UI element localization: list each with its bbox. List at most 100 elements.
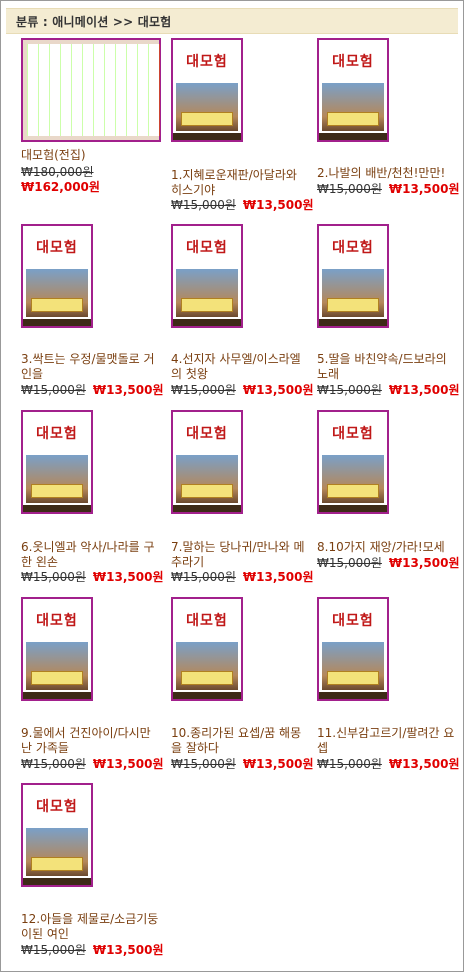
product-thumbnail[interactable]: 대모험 (317, 597, 389, 701)
original-price: ₩15,000원 (317, 383, 382, 397)
cover-caption (31, 298, 83, 312)
product-price: ₩15,000원 ₩13,500원 (171, 757, 321, 772)
product-name[interactable]: 3.싹트는 우정/물맷돌로 거인을 (21, 352, 161, 382)
product-thumbnail[interactable]: 대모험 (21, 224, 93, 328)
cover-footer (23, 319, 91, 326)
category-breadcrumb: 분류 : 애니메이션 >> 대모험 (6, 8, 458, 34)
original-price: ₩15,000원 (21, 570, 86, 584)
product-thumbnail-set[interactable] (21, 38, 161, 142)
sale-price: ₩13,500원 (388, 383, 460, 397)
product-thumbnail[interactable]: 대모험 (171, 410, 243, 514)
product-thumbnail[interactable]: 대모험 (21, 410, 93, 514)
sale-price: ₩13,500원 (92, 570, 164, 584)
product-thumbnail[interactable]: 대모험 (171, 597, 243, 701)
cover-caption (327, 298, 379, 312)
product-thumbnail[interactable]: 대모험 (317, 410, 389, 514)
product-price: ₩15,000원 ₩13,500원 (21, 570, 171, 585)
cover-brand: 대모험 (186, 240, 228, 256)
original-price: ₩15,000원 (21, 383, 86, 397)
category-label: 분류 : 애니메이션 >> 대모험 (16, 15, 172, 29)
sale-price: ₩13,500원 (92, 943, 164, 957)
cover-footer (319, 133, 387, 140)
cover-brand: 대모험 (36, 799, 78, 815)
product-price: ₩15,000원 ₩13,500원 (171, 383, 321, 398)
sale-price: ₩13,500원 (242, 757, 314, 771)
cover-footer (23, 505, 91, 512)
cover-caption (181, 298, 233, 312)
cover-footer (23, 878, 91, 885)
cover-footer (319, 505, 387, 512)
cover-brand: 대모험 (36, 613, 78, 629)
original-price: ₩15,000원 (317, 556, 382, 570)
original-price: ₩15,000원 (317, 757, 382, 771)
product-thumbnail[interactable]: 대모험 (21, 783, 93, 887)
product-thumbnail[interactable]: 대모험 (21, 597, 93, 701)
product-name[interactable]: 8.10가지 재앙/가라!모세 (317, 540, 457, 555)
product-thumbnail[interactable]: 대모험 (171, 224, 243, 328)
cover-caption (181, 671, 233, 685)
product-thumbnail[interactable]: 대모험 (317, 38, 389, 142)
cover-brand: 대모험 (186, 54, 228, 70)
cover-brand: 대모험 (332, 54, 374, 70)
cover-brand: 대모험 (332, 426, 374, 442)
cover-caption (181, 112, 233, 126)
original-price: ₩15,000원 (21, 757, 86, 771)
cover-caption (31, 484, 83, 498)
product-name[interactable]: 1.지혜로운재판/아달라와 히스기야 (171, 168, 311, 198)
cover-caption (181, 484, 233, 498)
product-name[interactable]: 10.종리가된 요셉/꿈 해몽을 잘하다 (171, 726, 311, 756)
cover-footer (23, 692, 91, 699)
original-price: ₩15,000원 (171, 570, 236, 584)
product-price: ₩15,000원 ₩13,500원 (317, 182, 464, 197)
cover-footer (173, 133, 241, 140)
cover-brand: 대모험 (36, 240, 78, 256)
cover-brand: 대모험 (332, 240, 374, 256)
product-price: ₩15,000원 ₩13,500원 (171, 570, 321, 585)
sale-price: ₩13,500원 (242, 570, 314, 584)
cover-footer (173, 505, 241, 512)
sale-price: ₩13,500원 (388, 757, 460, 771)
sale-price: ₩13,500원 (242, 198, 314, 212)
sale-price: ₩13,500원 (92, 757, 164, 771)
cover-footer (173, 692, 241, 699)
cover-brand: 대모험 (332, 613, 374, 629)
cover-footer (173, 319, 241, 326)
cover-footer (319, 319, 387, 326)
sale-price: ₩13,500원 (388, 556, 460, 570)
product-thumbnail[interactable]: 대모험 (317, 224, 389, 328)
product-name[interactable]: 대모험(전집) (21, 148, 161, 163)
product-price: ₩15,000원 ₩13,500원 (21, 383, 171, 398)
product-name[interactable]: 9.물에서 건진아이/다시만난 가족들 (21, 726, 161, 756)
original-price: ₩15,000원 (317, 182, 382, 196)
product-price: ₩15,000원 ₩13,500원 (21, 757, 171, 772)
product-thumbnail[interactable]: 대모험 (171, 38, 243, 142)
product-name[interactable]: 7.말하는 당나귀/만나와 메추라기 (171, 540, 311, 570)
cover-caption (327, 112, 379, 126)
sale-price: ₩162,000원 (21, 180, 100, 194)
product-name[interactable]: 2.나발의 배반/천천!만만! (317, 166, 457, 181)
product-name[interactable]: 6.옷니엘과 악사/나라를 구한 왼손 (21, 540, 161, 570)
cover-caption (31, 857, 83, 871)
cover-brand: 대모험 (186, 426, 228, 442)
product-price: ₩15,000원 ₩13,500원 (21, 943, 171, 958)
sale-price: ₩13,500원 (242, 383, 314, 397)
product-price: ₩15,000원 ₩13,500원 (317, 757, 464, 772)
sale-price: ₩13,500원 (92, 383, 164, 397)
sale-price: ₩13,500원 (388, 182, 460, 196)
cover-caption (327, 484, 379, 498)
product-price: ₩180,000원₩162,000원 (21, 165, 163, 195)
product-name[interactable]: 4.선지자 사무엘/이스라엘의 첫왕 (171, 352, 311, 382)
product-name[interactable]: 11.신부감고르기/팔려간 요셉 (317, 726, 457, 756)
product-name[interactable]: 5.딸을 바친약속/드보라의 노래 (317, 352, 457, 382)
cover-caption (327, 671, 379, 685)
original-price: ₩15,000원 (171, 757, 236, 771)
product-name[interactable]: 12.아들을 제물로/소금기둥이된 여인 (21, 912, 161, 942)
cover-brand: 대모험 (186, 613, 228, 629)
cover-brand: 대모험 (36, 426, 78, 442)
cover-caption (31, 671, 83, 685)
product-price: ₩15,000원 ₩13,500원 (171, 198, 321, 213)
original-price: ₩180,000원 (21, 165, 94, 179)
original-price: ₩15,000원 (171, 383, 236, 397)
cover-footer (319, 692, 387, 699)
book-spine (148, 44, 160, 136)
